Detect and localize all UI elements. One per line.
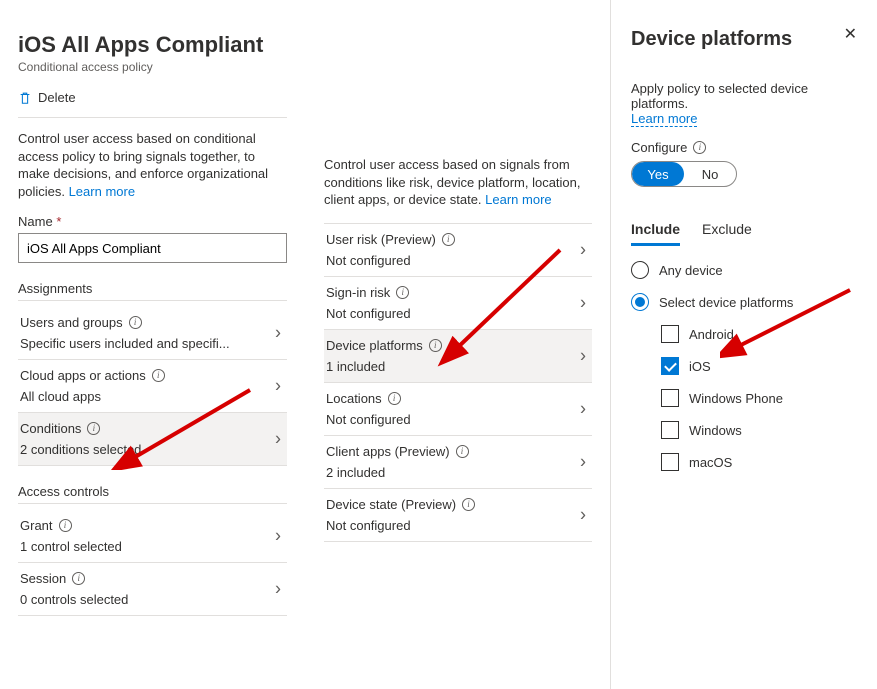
checkbox-icon — [661, 389, 679, 407]
radio-select-platforms[interactable]: Select device platforms — [631, 293, 857, 311]
access-controls-header: Access controls — [18, 484, 287, 504]
panel-intro: Apply policy to selected device platform… — [631, 81, 857, 126]
chevron-right-icon: › — [275, 429, 281, 450]
col2-intro: Control user access based on signals fro… — [324, 156, 592, 209]
row-client-apps[interactable]: Client apps (Preview)i 2 included › — [324, 436, 592, 489]
name-label: Name * — [18, 214, 287, 229]
info-icon: i — [129, 316, 142, 329]
delete-button[interactable]: Delete — [18, 86, 287, 117]
close-icon[interactable]: ✕ — [844, 24, 857, 44]
checkbox-macos[interactable]: macOS — [661, 453, 857, 471]
radio-icon — [631, 293, 649, 311]
info-icon: i — [693, 141, 706, 154]
chevron-right-icon: › — [580, 451, 586, 472]
toggle-yes[interactable]: Yes — [632, 162, 684, 186]
info-icon: i — [442, 233, 455, 246]
info-icon: i — [87, 422, 100, 435]
row-device-state[interactable]: Device state (Preview)i Not configured › — [324, 489, 592, 542]
tab-include[interactable]: Include — [631, 215, 680, 246]
learn-more-link[interactable]: Learn more — [485, 192, 551, 207]
radio-any-device[interactable]: Any device — [631, 261, 857, 279]
info-icon: i — [388, 392, 401, 405]
checkbox-windows[interactable]: Windows — [661, 421, 857, 439]
row-session[interactable]: Sessioni 0 controls selected › — [18, 563, 287, 616]
chevron-right-icon: › — [275, 526, 281, 547]
toggle-no[interactable]: No — [684, 162, 736, 186]
row-signin-risk[interactable]: Sign-in riski Not configured › — [324, 277, 592, 330]
configure-toggle[interactable]: Yes No — [631, 161, 737, 187]
checkbox-icon — [661, 453, 679, 471]
chevron-right-icon: › — [275, 579, 281, 600]
checkbox-android[interactable]: Android — [661, 325, 857, 343]
chevron-right-icon: › — [275, 323, 281, 344]
name-input[interactable] — [18, 233, 287, 263]
tab-exclude[interactable]: Exclude — [702, 215, 752, 246]
row-grant[interactable]: Granti 1 control selected › — [18, 510, 287, 563]
trash-icon — [18, 91, 32, 105]
radio-icon — [631, 261, 649, 279]
row-device-platforms[interactable]: Device platformsi 1 included › — [324, 330, 592, 383]
info-icon: i — [456, 445, 469, 458]
row-user-risk[interactable]: User risk (Preview)i Not configured › — [324, 223, 592, 277]
page-title: iOS All Apps Compliant — [18, 32, 287, 58]
row-locations[interactable]: Locationsi Not configured › — [324, 383, 592, 436]
info-icon: i — [152, 369, 165, 382]
checkbox-icon — [661, 421, 679, 439]
info-icon: i — [396, 286, 409, 299]
chevron-right-icon: › — [580, 292, 586, 313]
row-conditions[interactable]: Conditionsi 2 conditions selected › — [18, 413, 287, 466]
chevron-right-icon: › — [580, 239, 586, 260]
info-icon: i — [72, 572, 85, 585]
panel-title: Device platforms — [631, 28, 857, 51]
delete-label: Delete — [38, 90, 76, 105]
row-cloud-apps[interactable]: Cloud apps or actionsi All cloud apps › — [18, 360, 287, 413]
checkbox-windows-phone[interactable]: Windows Phone — [661, 389, 857, 407]
learn-more-link[interactable]: Learn more — [69, 184, 135, 199]
checkbox-ios[interactable]: iOS — [661, 357, 857, 375]
checkbox-icon — [661, 357, 679, 375]
chevron-right-icon: › — [275, 376, 281, 397]
info-icon: i — [462, 498, 475, 511]
chevron-right-icon: › — [580, 345, 586, 366]
chevron-right-icon: › — [580, 504, 586, 525]
row-users-groups[interactable]: Users and groupsi Specific users include… — [18, 307, 287, 360]
info-icon: i — [59, 519, 72, 532]
configure-label: Configurei — [631, 140, 857, 155]
info-icon: i — [429, 339, 442, 352]
checkbox-icon — [661, 325, 679, 343]
learn-more-link[interactable]: Learn more — [631, 111, 697, 127]
assignments-header: Assignments — [18, 281, 287, 301]
chevron-right-icon: › — [580, 398, 586, 419]
page-subtitle: Conditional access policy — [18, 60, 287, 74]
device-platforms-panel: Device platforms ✕ Apply policy to selec… — [610, 0, 877, 689]
col1-intro: Control user access based on conditional… — [18, 130, 287, 200]
